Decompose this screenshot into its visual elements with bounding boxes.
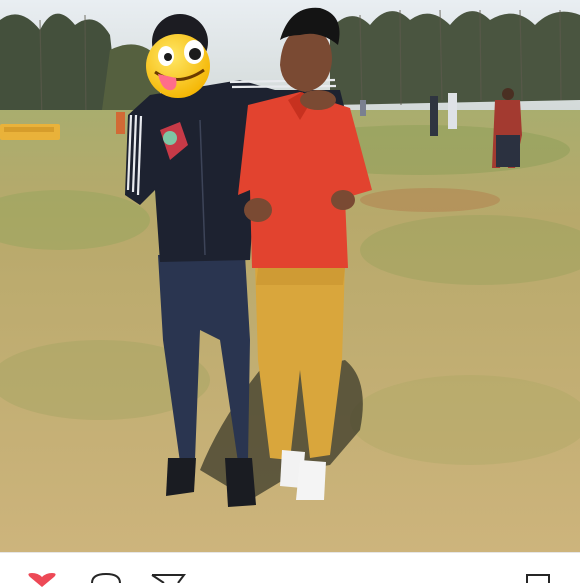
post-action-bar (0, 552, 580, 587)
photo-scene (0, 0, 580, 552)
bookmark-icon[interactable] (524, 573, 552, 583)
comment-icon[interactable] (90, 573, 122, 583)
send-icon[interactable] (150, 573, 186, 583)
post-photo[interactable] (0, 0, 580, 552)
tongue-out-winking-face-emoji-sticker (146, 34, 210, 98)
heart-icon[interactable] (24, 573, 60, 587)
